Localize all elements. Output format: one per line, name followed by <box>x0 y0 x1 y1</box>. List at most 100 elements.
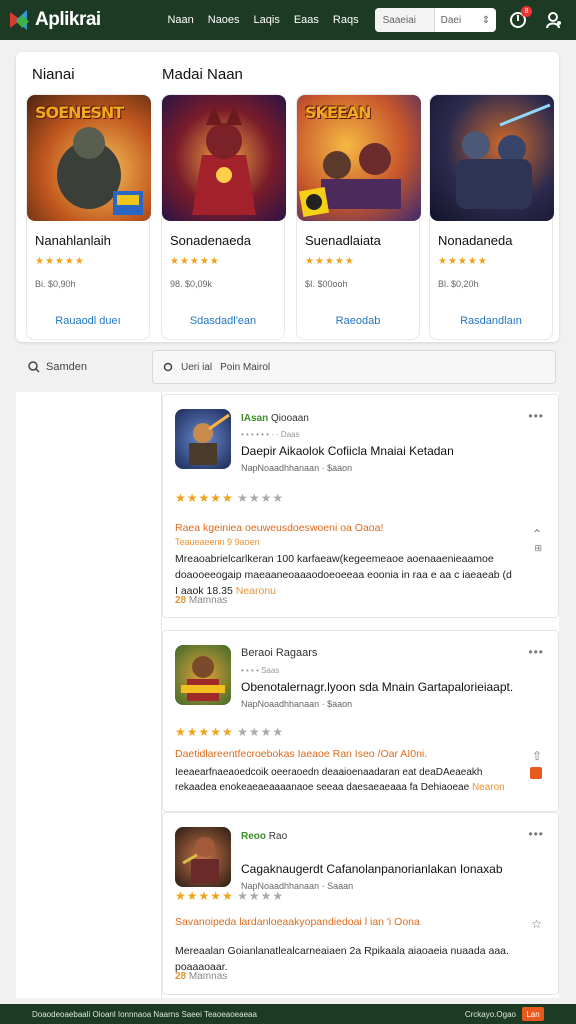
footer-app-link[interactable]: Crckayo.Ogao <box>465 1010 516 1019</box>
featured-heading: Nianai <box>32 66 75 83</box>
sidebar-search-label: Samden <box>46 361 87 373</box>
language-badge[interactable]: Lan <box>522 1007 544 1021</box>
review-meta: • • • • Saas <box>241 666 280 675</box>
filter-value: Ueri ial <box>181 361 213 373</box>
stars-empty: ★★★★ <box>237 889 285 903</box>
search-input[interactable]: Daei <box>441 15 462 26</box>
stars-filled: ★★★★★ <box>175 889 234 903</box>
card-rating: ★★★★★ <box>305 256 355 267</box>
review-body: Mreaoabrielcarlkeran 100 karfaeaw(kegeem… <box>175 551 515 599</box>
featured-card[interactable]: Nonadaneda ★★★★★ Bl. $0,20h Rasdandlaın <box>429 94 554 340</box>
game-art-image[interactable] <box>162 95 286 221</box>
search-category[interactable]: Saaeiai <box>374 8 435 32</box>
card-title: Sonadenaeda <box>170 233 251 248</box>
stars-empty: ★★★★ <box>237 491 285 505</box>
bookmark-icon[interactable]: ☆ <box>531 917 542 931</box>
featured-card[interactable]: Sonadenaeda ★★★★★ 98. $0,09k Sdasdadl'ea… <box>161 94 286 340</box>
review-card[interactable]: IAsan Qiooaan • • • • • • · · Daas Daepi… <box>162 394 559 618</box>
review-headline: Savanoipeda lardanloeaakyopandiedoai l i… <box>175 916 420 928</box>
nav-item-5[interactable]: Raqs <box>333 14 359 26</box>
review-footer-count: 28 <box>175 971 187 982</box>
card-rating: ★★★★★ <box>170 256 220 267</box>
featured-panel: Nianai Madai Naan SOENESNT Nanahlanlaih … <box>16 52 559 342</box>
review-tag: IAsan Qiooaan <box>241 413 309 424</box>
bottom-bar: Doaodeoaebaali Oioanl Ionnnaoa Naarns Sa… <box>0 1004 576 1024</box>
nav-item-1[interactable]: Naan <box>167 14 193 26</box>
bookmark-icon[interactable]: ⇧ <box>532 749 542 763</box>
user-icon <box>546 12 562 29</box>
read-more-link[interactable]: Nearonu <box>236 585 276 597</box>
nav-item-4[interactable]: Eaas <box>294 14 319 26</box>
review-footer-text[interactable]: Mamnas <box>189 971 227 982</box>
review-tag-label: IAsan <box>241 413 269 424</box>
review-tag: Reoo Rao <box>241 831 287 842</box>
featured-subheading: Madai Naan <box>162 66 243 83</box>
review-footer-text[interactable]: Mamnas <box>189 595 227 606</box>
review-headline-sub: Teaueaeenn 9 9aoen <box>175 537 260 547</box>
review-footer-count: 28 <box>175 595 187 606</box>
review-tag-rest: Qiooaan <box>271 413 309 424</box>
review-body-text: Mereaalan Goianlanatlealcarneaiaen 2a Rp… <box>175 945 509 973</box>
review-footer: 28 Mamnas <box>175 971 227 982</box>
notification-badge: 8 <box>521 6 533 17</box>
card-rating: ★★★★★ <box>35 256 85 267</box>
card-title: Nonadaneda <box>438 233 513 248</box>
logo-icon <box>10 10 32 30</box>
card-price: $I. $00ooh <box>305 279 348 289</box>
chevron-up-icon[interactable]: ⌃ <box>532 527 542 541</box>
card-link[interactable]: Rasdandlaın <box>430 315 552 327</box>
stars-filled: ★★★★★ <box>175 725 234 739</box>
nav-item-3[interactable]: Laqis <box>254 14 280 26</box>
card-price: Bi. $0,90h <box>35 279 76 289</box>
more-options-icon[interactable]: ••• <box>528 827 544 841</box>
card-title: Suenadlaiata <box>305 233 381 248</box>
more-options-icon[interactable]: ••• <box>528 645 544 659</box>
featured-card[interactable]: SOENESNT Nanahlanlaih ★★★★★ Bi. $0,90h R… <box>26 94 151 340</box>
game-art-image[interactable]: SKEEAN <box>297 95 421 221</box>
footer-links[interactable]: Doaodeoaebaali Oioanl Ionnnaoa Naarns Sa… <box>32 1010 257 1019</box>
chevron-icon[interactable]: ⇕ <box>482 15 490 26</box>
card-link[interactable]: Rauaodl dueı <box>27 315 149 327</box>
game-thumbnail[interactable] <box>175 409 231 469</box>
user-menu-button[interactable] <box>542 8 566 32</box>
game-art-image[interactable]: SOENESNT <box>27 95 151 221</box>
review-title: Cagaknaugerdt Cafanolanpanorianlakan Ion… <box>241 862 503 876</box>
card-link[interactable]: Sdasdadl'ean <box>162 315 284 327</box>
search-icon <box>28 361 40 373</box>
review-subtitle: NapNoaadhhanaan · $aaon <box>241 463 353 473</box>
review-body-text: Ieeaearfnaeaoedcoik oeeraoedn deaaioenaa… <box>175 767 483 793</box>
more-options-icon[interactable]: ••• <box>528 409 544 423</box>
review-rating: ★★★★★ ★★★★ <box>175 725 284 739</box>
sidebar-search[interactable]: Samden <box>16 350 152 384</box>
card-price: Bl. $0,20h <box>438 279 479 289</box>
featured-card[interactable]: SKEEAN Suenadlaiata ★★★★★ $I. $00ooh Rae… <box>296 94 421 340</box>
game-thumbnail[interactable] <box>175 645 231 705</box>
review-body-text: Mreaoabrielcarlkeran 100 karfaeaw(kegeem… <box>175 553 512 597</box>
nav-item-2[interactable]: Naoes <box>208 14 240 26</box>
review-headline: Daetidlareentfecroebokas Iaeaoe Ran Iseo… <box>175 748 428 760</box>
review-card[interactable]: Beraoi Ragaars • • • • Saas Obenotalerna… <box>162 630 559 812</box>
notifications-button[interactable]: 8 <box>506 6 533 32</box>
top-search[interactable]: Saaeiai Daei ⇕ <box>374 8 497 32</box>
review-tag-rest: Rao <box>268 831 288 842</box>
filter-icon <box>163 362 173 372</box>
card-link[interactable]: Raeodab <box>297 315 419 327</box>
filter-input[interactable]: Ueri ial Poin Mairol <box>152 350 556 384</box>
review-rating: ★★★★★ ★★★★ <box>175 491 284 505</box>
review-tag-label: Reoo <box>241 831 266 842</box>
review-card[interactable]: Reoo Rao Cagaknaugerdt Cafanolanpanorian… <box>162 812 559 995</box>
game-thumbnail[interactable] <box>175 827 231 887</box>
review-meta: • • • • • • · · Daas <box>241 430 300 439</box>
app-logo[interactable]: Aplikrai <box>10 9 159 31</box>
card-title: Nanahlanlaih <box>35 233 111 248</box>
share-icon[interactable]: ⊞ <box>534 543 542 554</box>
share-icon[interactable] <box>530 767 542 779</box>
read-more-link[interactable]: Nearon <box>472 782 505 793</box>
review-footer: 28 Mamnas <box>175 595 227 606</box>
filter-row: Samden Ueri ial Poin Mairol <box>16 350 556 384</box>
review-subtitle: NapNoaadhhanaan · $aaon <box>241 699 353 709</box>
review-title: Obenotalernagr.lyoon sda Mnain Gartapalo… <box>241 680 514 694</box>
top-bar: Aplikrai Naan Naoes Laqis Eaas Raqs Saae… <box>0 0 576 40</box>
game-art-image[interactable] <box>430 95 554 221</box>
main-nav: Naan Naoes Laqis Eaas Raqs <box>167 14 358 26</box>
